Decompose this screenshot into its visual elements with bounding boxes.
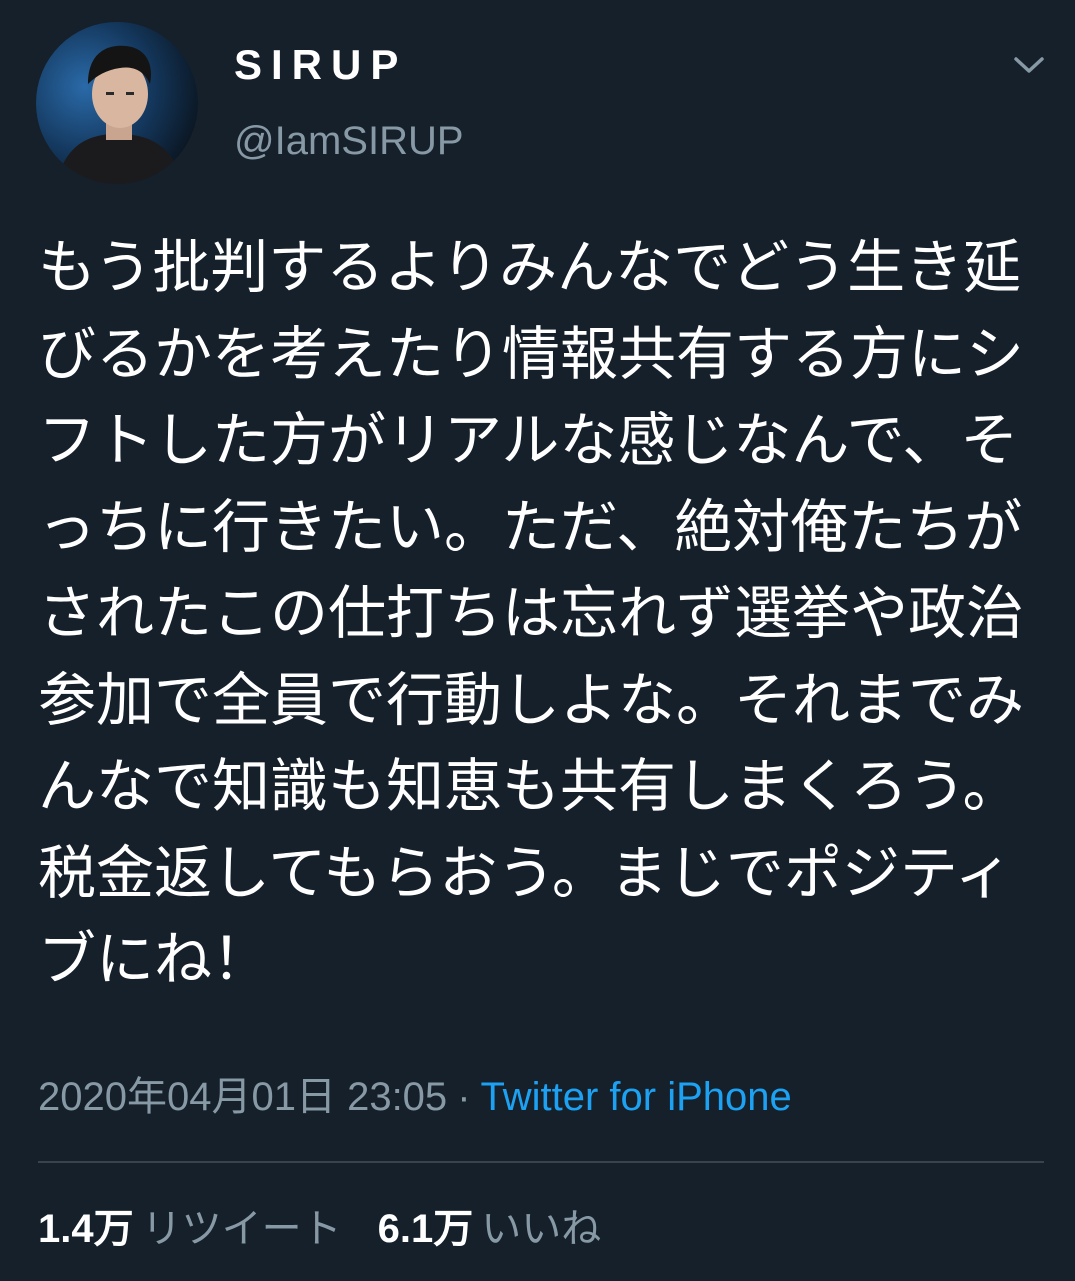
likes-count: 6.1万: [377, 1207, 474, 1251]
tweet-timestamp[interactable]: 2020年04月01日 23:05: [38, 1075, 447, 1119]
retweets-count: 1.4万: [38, 1207, 134, 1251]
tweet-source-link[interactable]: Twitter for iPhone: [481, 1075, 792, 1119]
tweet-meta: 2020年04月01日 23:05 · Twitter for iPhone: [38, 1072, 792, 1122]
chevron-down-icon[interactable]: [1008, 48, 1050, 82]
user-handle[interactable]: @IamSIRUP: [234, 116, 464, 166]
meta-separator: ·: [457, 1075, 471, 1119]
likes-stat[interactable]: 6.1万 いいね: [378, 1204, 602, 1254]
display-name[interactable]: SIRUP: [234, 40, 407, 90]
retweets-stat[interactable]: 1.4万 リツイート: [38, 1204, 342, 1254]
divider: [38, 1161, 1044, 1163]
retweets-label: リツイート: [141, 1207, 342, 1251]
avatar[interactable]: [36, 22, 198, 184]
tweet-stats: 1.4万 リツイート 6.1万 いいね: [38, 1204, 601, 1254]
tweet-text: もう批判するよりみんなでどう生き延びるかを考えたり情報共有する方にシフトした方が…: [38, 233, 1025, 993]
likes-label: いいね: [481, 1207, 602, 1251]
